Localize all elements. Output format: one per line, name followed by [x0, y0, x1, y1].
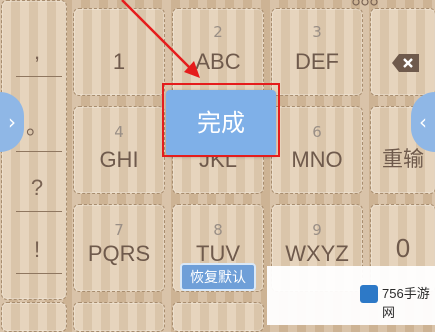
symbol-question[interactable]: ? [2, 175, 72, 201]
symbol-exclamation[interactable]: ! [2, 237, 72, 263]
highlight-box [162, 83, 280, 157]
key-9-label: WXYZ [285, 241, 349, 266]
watermark-logo-icon [360, 285, 378, 303]
key-3-label: DEF [295, 49, 339, 74]
key-6-digit: 6 [312, 123, 322, 141]
symbol-comma[interactable]: , [2, 39, 72, 65]
key-3[interactable]: 3 DEF [271, 8, 363, 96]
symbol-divider [16, 151, 62, 152]
bottom-key-left[interactable] [1, 302, 67, 332]
key-2-label: ABC [195, 49, 241, 74]
bottom-key-1[interactable] [73, 302, 165, 332]
key-4[interactable]: 4 GHI [73, 106, 165, 194]
key-7-label: PQRS [87, 241, 151, 266]
key-3-digit: 3 [312, 23, 322, 41]
backspace-key[interactable] [370, 8, 435, 96]
reset-defaults-button[interactable]: 恢复默认 [180, 263, 256, 291]
chevron-right-icon: › [8, 110, 16, 134]
key-7[interactable]: 7 PQRS [73, 204, 165, 292]
key-0-label: 0 [395, 233, 411, 263]
key-9-digit: 9 [312, 221, 322, 239]
key-4-label: GHI [99, 147, 139, 172]
symbol-divider [16, 76, 62, 77]
chevron-left-icon: ‹ [419, 110, 427, 134]
key-2-digit: 2 [213, 23, 223, 41]
watermark-text: 756手游网 [382, 286, 430, 320]
key-8-digit: 8 [213, 221, 223, 239]
symbol-divider [16, 211, 62, 212]
backspace-icon [392, 54, 419, 72]
key-6-label: MNO [291, 147, 343, 172]
key-7-digit: 7 [114, 221, 124, 239]
top-right-decoration-icon [352, 0, 378, 6]
key-1-label: 1 [112, 49, 126, 74]
symbol-divider [16, 273, 62, 274]
key-6[interactable]: 6 MNO [271, 106, 363, 194]
key-4-digit: 4 [114, 123, 124, 141]
key-1[interactable]: 1 [73, 8, 165, 96]
bottom-key-2[interactable] [172, 302, 264, 332]
